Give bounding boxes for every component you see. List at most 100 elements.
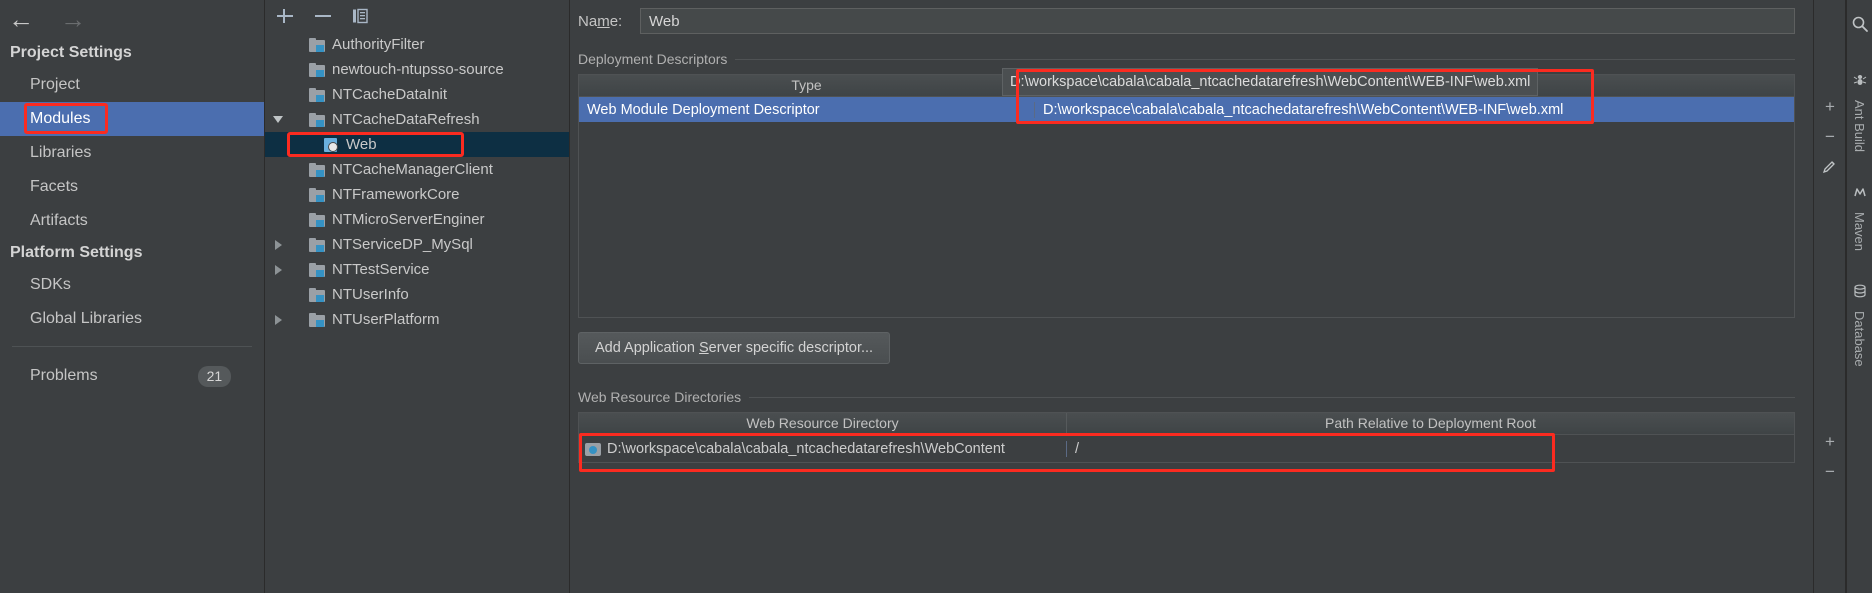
web-resource-directories-title: Web Resource Directories	[578, 389, 742, 405]
add-app-server-descriptor-button[interactable]: Add Application Server specific descript…	[578, 332, 891, 364]
web-resource-directories-table[interactable]: Web Resource Directory Path Relative to …	[578, 412, 1795, 472]
problems-count-badge: 21	[197, 365, 232, 387]
sidebar-item-modules[interactable]: Modules	[0, 102, 264, 136]
column-header-web-resource-directory[interactable]: Web Resource Directory	[579, 413, 1066, 434]
cell-descriptor-path: D:\workspace\cabala\cabala_ntcachedatare…	[1034, 101, 1794, 118]
tree-item-label: AuthorityFilter	[332, 36, 425, 53]
tree-item-label: newtouch-ntupsso-source	[332, 61, 504, 78]
remove-module-icon[interactable]	[313, 6, 333, 26]
sidebar-item-label: SDKs	[30, 276, 71, 293]
cell-web-resource-directory: D:\workspace\cabala\cabala_ntcachedatare…	[579, 441, 1066, 457]
tool-window-ant-build[interactable]: Ant Build	[1850, 94, 1869, 158]
database-icon	[1853, 281, 1867, 301]
copy-module-icon[interactable]	[351, 7, 369, 25]
sidebar-item-libraries[interactable]: Libraries	[0, 136, 264, 170]
maven-icon	[1853, 182, 1867, 202]
tree-item-ntuserinfo[interactable]: NTUserInfo	[265, 282, 569, 307]
module-name-row: Name:	[570, 0, 1813, 34]
tree-item-authorityfilter[interactable]: AuthorityFilter	[265, 32, 569, 57]
web-resource-directories-section: Web Resource Directories Web Resource Di…	[578, 388, 1795, 472]
sidebar-item-label: Libraries	[30, 144, 92, 161]
add-module-icon[interactable]	[275, 6, 295, 26]
column-header-type[interactable]: Type	[579, 75, 1034, 96]
web-facet-icon	[323, 137, 339, 152]
sidebar-item-label: Artifacts	[30, 212, 88, 229]
tree-item-label: NTCacheDataRefresh	[332, 111, 480, 128]
tree-item-label: NTTestService	[332, 261, 430, 278]
sidebar-group-platform-settings: Platform Settings	[10, 244, 143, 261]
tree-item-label: NTUserInfo	[332, 286, 409, 303]
search-icon[interactable]	[1844, 8, 1872, 40]
remove-descriptor-icon[interactable]: −	[1814, 122, 1846, 152]
sidebar-item-facets[interactable]: Facets	[0, 170, 264, 204]
tool-window-rail: Ant Build Maven Database	[1846, 0, 1872, 593]
modules-tree-panel: AuthorityFilter newtouch-ntupsso-source …	[265, 0, 570, 593]
tree-item-ntcachemanagerclient[interactable]: NTCacheManagerClient	[265, 157, 569, 182]
column-header-path-relative[interactable]: Path Relative to Deployment Root	[1066, 413, 1794, 434]
sidebar-group-project-settings: Project Settings	[10, 44, 132, 61]
module-folder-icon	[309, 62, 325, 77]
table-row[interactable]: Web Module Deployment Descriptor D:\work…	[579, 97, 1794, 122]
navigation-arrows: ← →	[0, 0, 264, 38]
tree-item-label: NTMicroServerEnginer	[332, 211, 485, 228]
cell-relative-path: /	[1066, 440, 1794, 457]
tree-item-ntcachedatarefresh[interactable]: NTCacheDataRefresh	[265, 107, 569, 132]
tool-window-maven[interactable]: Maven	[1850, 206, 1869, 257]
forward-arrow-icon[interactable]: →	[60, 6, 86, 32]
tree-item-ntservicedp-mysql[interactable]: NTServiceDP_MySql	[265, 232, 569, 257]
cell-descriptor-type: Web Module Deployment Descriptor	[587, 101, 820, 118]
sidebar-item-project[interactable]: Project	[0, 68, 264, 102]
sidebar-item-label: Project	[30, 76, 80, 93]
tree-toggle-collapsed-icon[interactable]	[269, 314, 287, 325]
sidebar-item-label: Modules	[30, 110, 91, 127]
tree-item-label: Web	[346, 136, 377, 153]
module-folder-icon	[309, 237, 325, 252]
tree-item-newtouch-ntupsso-source[interactable]: newtouch-ntupsso-source	[265, 57, 569, 82]
section-separator-line	[749, 396, 1795, 398]
sidebar-item-label: Global Libraries	[30, 310, 143, 327]
project-structure-dialog: ← → Project Settings Project Modules Lib…	[0, 0, 1872, 593]
module-folder-icon	[309, 112, 325, 127]
tree-item-ntmicroserverenginer[interactable]: NTMicroServerEnginer	[265, 207, 569, 232]
tree-item-label: NTServiceDP_MySql	[332, 236, 473, 253]
tree-item-web[interactable]: Web	[265, 132, 569, 157]
tree-item-ntframeworkcore[interactable]: NTFrameworkCore	[265, 182, 569, 207]
tree-item-ntuserplatform[interactable]: NTUserPlatform	[265, 307, 569, 332]
module-folder-icon	[309, 287, 325, 302]
deployment-descriptors-title: Deployment Descriptors	[578, 51, 728, 67]
remove-web-resource-icon[interactable]: −	[1814, 457, 1846, 487]
tree-item-label: NTCacheDataInit	[332, 86, 448, 103]
tree-toggle-collapsed-icon[interactable]	[269, 239, 287, 250]
deployment-descriptors-section: Deployment Descriptors Type Path Web Mod…	[578, 50, 1795, 364]
settings-sidebar: ← → Project Settings Project Modules Lib…	[0, 0, 265, 593]
directory-icon	[585, 442, 601, 456]
back-arrow-icon[interactable]: ←	[8, 6, 34, 32]
module-folder-icon	[309, 37, 325, 52]
modules-tree[interactable]: AuthorityFilter newtouch-ntupsso-source …	[265, 30, 569, 332]
tree-item-nttestservice[interactable]: NTTestService	[265, 257, 569, 282]
sidebar-item-sdks[interactable]: SDKs	[0, 268, 264, 302]
table-action-buttons-rail: + − + −	[1814, 0, 1846, 593]
tree-toggle-expanded-icon[interactable]	[269, 116, 287, 123]
edit-descriptor-icon[interactable]	[1814, 152, 1846, 182]
deployment-descriptors-empty-area	[579, 122, 1794, 317]
table-row[interactable]: D:\workspace\cabala\cabala_ntcachedatare…	[579, 435, 1794, 462]
sidebar-item-artifacts[interactable]: Artifacts	[0, 204, 264, 238]
sidebar-item-global-libraries[interactable]: Global Libraries	[0, 302, 264, 336]
deployment-descriptors-table[interactable]: Type Path Web Module Deployment Descript…	[578, 69, 1795, 318]
module-folder-icon	[309, 212, 325, 227]
tree-toggle-collapsed-icon[interactable]	[269, 264, 287, 275]
descriptor-path-tooltip: D:\workspace\cabala\cabala_ntcachedatare…	[1002, 68, 1539, 96]
cell-directory-text: D:\workspace\cabala\cabala_ntcachedatare…	[607, 440, 1005, 457]
module-name-label: Name:	[578, 12, 623, 30]
tool-window-database[interactable]: Database	[1850, 305, 1869, 373]
module-name-input[interactable]	[640, 8, 1795, 34]
add-web-resource-icon[interactable]: +	[1814, 427, 1846, 457]
module-folder-icon	[309, 87, 325, 102]
table-header-row: Web Resource Directory Path Relative to …	[579, 413, 1794, 435]
add-descriptor-icon[interactable]: +	[1814, 92, 1846, 122]
section-separator-line	[735, 58, 1795, 60]
sidebar-item-problems[interactable]: Problems 21	[0, 347, 264, 391]
tree-item-ntcachedatainit[interactable]: NTCacheDataInit	[265, 82, 569, 107]
tree-item-label: NTFrameworkCore	[332, 186, 460, 203]
